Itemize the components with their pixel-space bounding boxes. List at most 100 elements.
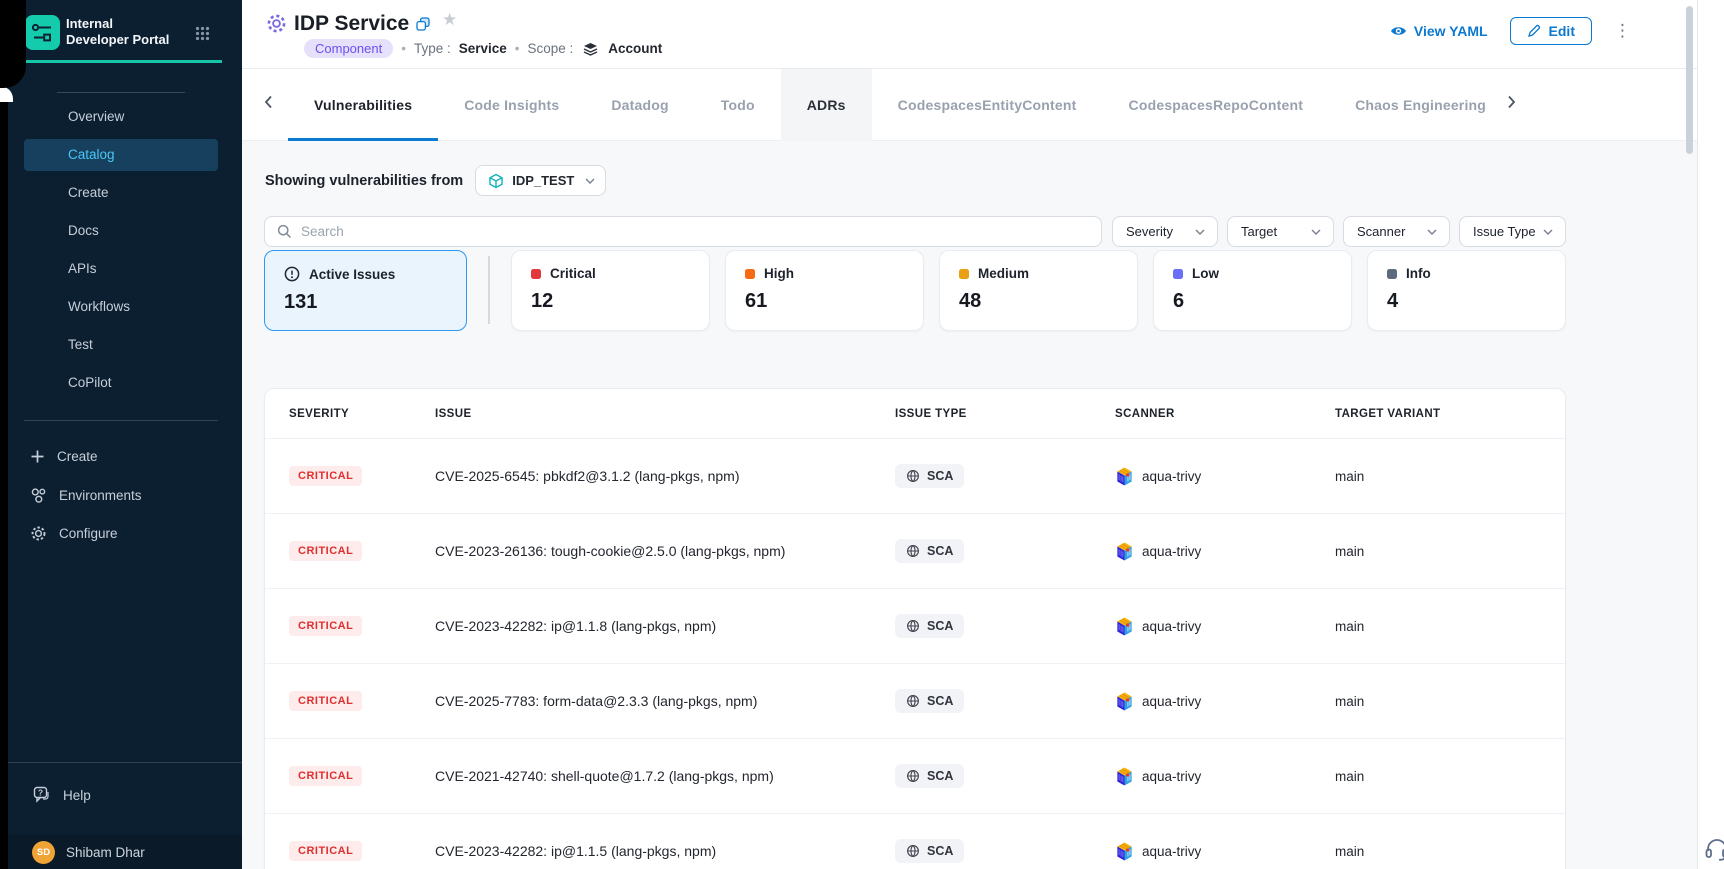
page-title: IDP Service <box>294 12 409 36</box>
sidebar-item-workflows[interactable]: Workflows <box>24 291 218 323</box>
table-row[interactable]: CRITICAL CVE-2023-42282: ip@1.1.5 (lang-… <box>265 813 1565 869</box>
target-variant: main <box>1335 469 1541 484</box>
target-variant: main <box>1335 619 1541 634</box>
project-select[interactable]: IDP_TEST <box>475 165 606 196</box>
scanner-cell: aqua-trivy <box>1115 766 1335 787</box>
column-target-variant: TARGET VARIANT <box>1335 408 1541 420</box>
scanner-cell: aqua-trivy <box>1115 841 1335 862</box>
stat-card-info[interactable]: Info 4 <box>1367 250 1566 331</box>
user-menu[interactable]: SD Shibam Dhar <box>0 835 242 869</box>
tabs-scroll-left-icon[interactable] <box>264 95 273 114</box>
tab-codespaces-entity-content[interactable]: CodespacesEntityContent <box>872 69 1103 141</box>
tab-bar: Vulnerabilities Code Insights Datadog To… <box>242 69 1697 141</box>
scope-value: Account <box>608 41 662 56</box>
filter-target[interactable]: Target <box>1227 216 1334 247</box>
sidebar-item-docs[interactable]: Docs <box>24 215 218 247</box>
stat-label: Low <box>1192 266 1219 281</box>
table-row[interactable]: CRITICAL CVE-2023-26136: tough-cookie@2.… <box>265 513 1565 588</box>
trivy-icon <box>1115 691 1134 712</box>
table-row[interactable]: CRITICAL CVE-2021-42740: shell-quote@1.7… <box>265 738 1565 813</box>
target-variant: main <box>1335 769 1541 784</box>
sidebar-configure-button[interactable]: Configure <box>30 518 220 548</box>
vuln-table-body: CRITICAL CVE-2025-6545: pbkdf2@3.1.2 (la… <box>265 438 1565 869</box>
trivy-icon <box>1115 466 1134 487</box>
tab-adrs[interactable]: ADRs <box>781 69 872 141</box>
issue-type-chip: SCA <box>895 614 964 638</box>
sidebar-item-catalog[interactable]: Catalog <box>24 139 218 171</box>
column-issue-type: ISSUE TYPE <box>895 408 1115 420</box>
column-issue: ISSUE <box>435 408 895 420</box>
sidebar-item-create[interactable]: Create <box>24 177 218 209</box>
stat-value: 6 <box>1173 290 1332 313</box>
type-label: Type : <box>414 41 451 56</box>
sidebar-item-overview[interactable]: Overview <box>24 101 218 133</box>
entity-header: IDP Service ★ Component • Type : Service… <box>242 0 1697 69</box>
edit-button[interactable]: Edit <box>1510 17 1592 45</box>
sidebar-environments-button[interactable]: Environments <box>30 480 220 510</box>
stat-card-active-issues[interactable]: Active Issues 131 <box>264 250 467 331</box>
sidebar-item-copilot[interactable]: CoPilot <box>24 367 218 399</box>
severity-badge: CRITICAL <box>289 466 362 486</box>
trivy-icon <box>1115 841 1134 862</box>
tab-todo[interactable]: Todo <box>695 69 781 141</box>
stat-label: Active Issues <box>309 267 395 282</box>
search-box <box>264 216 1102 247</box>
table-header: SEVERITY ISSUE ISSUE TYPE SCANNER TARGET… <box>265 389 1565 438</box>
tab-vulnerabilities[interactable]: Vulnerabilities <box>288 69 438 141</box>
info-dot <box>1387 269 1397 279</box>
chevron-down-icon <box>1195 229 1205 235</box>
search-icon <box>277 224 292 239</box>
more-menu-icon[interactable]: ⋮ <box>1614 21 1631 41</box>
severity-badge: CRITICAL <box>289 841 362 861</box>
svg-text:?: ? <box>38 788 43 798</box>
issue-type-chip: SCA <box>895 539 964 563</box>
stat-value: 12 <box>531 290 690 313</box>
tabs-scroll-right-icon[interactable] <box>1507 95 1516 114</box>
web-icon <box>906 694 920 708</box>
favorite-star-icon[interactable]: ★ <box>442 10 457 30</box>
tab-chaos-engineering[interactable]: Chaos Engineering <box>1329 69 1503 141</box>
brand-rule <box>24 60 222 63</box>
critical-dot <box>531 269 541 279</box>
filter-scanner[interactable]: Scanner <box>1343 216 1450 247</box>
table-row[interactable]: CRITICAL CVE-2025-7783: form-data@2.3.3 … <box>265 663 1565 738</box>
web-icon <box>906 469 920 483</box>
trivy-icon <box>1115 616 1134 637</box>
stat-card-critical[interactable]: Critical 12 <box>511 250 710 331</box>
stat-card-low[interactable]: Low 6 <box>1153 250 1352 331</box>
table-row[interactable]: CRITICAL CVE-2025-6545: pbkdf2@3.1.2 (la… <box>265 438 1565 513</box>
tab-codespaces-repo-content[interactable]: CodespacesRepoContent <box>1103 69 1330 141</box>
filter-issue-type[interactable]: Issue Type <box>1459 216 1566 247</box>
help-button[interactable]: ? Help <box>33 786 91 804</box>
divider <box>0 762 242 763</box>
view-yaml-button[interactable]: View YAML <box>1390 23 1488 39</box>
main-content: IDP Service ★ Component • Type : Service… <box>242 0 1697 869</box>
filter-severity[interactable]: Severity <box>1112 216 1218 247</box>
sidebar-item-apis[interactable]: APIs <box>24 253 218 285</box>
column-severity: SEVERITY <box>289 408 435 420</box>
sidebar-item-test[interactable]: Test <box>24 329 218 361</box>
tab-datadog[interactable]: Datadog <box>585 69 694 141</box>
stat-label: Medium <box>978 266 1029 281</box>
scope-label: Scope : <box>528 41 574 56</box>
vertical-scrollbar[interactable] <box>1686 6 1693 154</box>
app-switcher-icon[interactable] <box>195 26 210 46</box>
user-name: Shibam Dhar <box>66 845 145 860</box>
view-yaml-label: View YAML <box>1414 23 1488 39</box>
header-actions: View YAML Edit ⋮ <box>1390 17 1631 45</box>
divider <box>57 92 185 93</box>
tabs: Vulnerabilities Code Insights Datadog To… <box>288 69 1503 141</box>
support-headset-icon[interactable] <box>1704 836 1724 867</box>
copy-icon[interactable] <box>416 17 430 36</box>
entity-meta: Component • Type : Service • Scope : Acc… <box>304 39 662 58</box>
table-row[interactable]: CRITICAL CVE-2023-42282: ip@1.1.8 (lang-… <box>265 588 1565 663</box>
stat-card-medium[interactable]: Medium 48 <box>939 250 1138 331</box>
low-dot <box>1173 269 1183 279</box>
search-input[interactable] <box>301 224 1089 239</box>
high-dot <box>745 269 755 279</box>
stat-card-high[interactable]: High 61 <box>725 250 924 331</box>
severity-badge: CRITICAL <box>289 541 362 561</box>
tab-code-insights[interactable]: Code Insights <box>438 69 585 141</box>
sidebar-create-button[interactable]: Create <box>30 441 220 471</box>
web-icon <box>906 844 920 858</box>
